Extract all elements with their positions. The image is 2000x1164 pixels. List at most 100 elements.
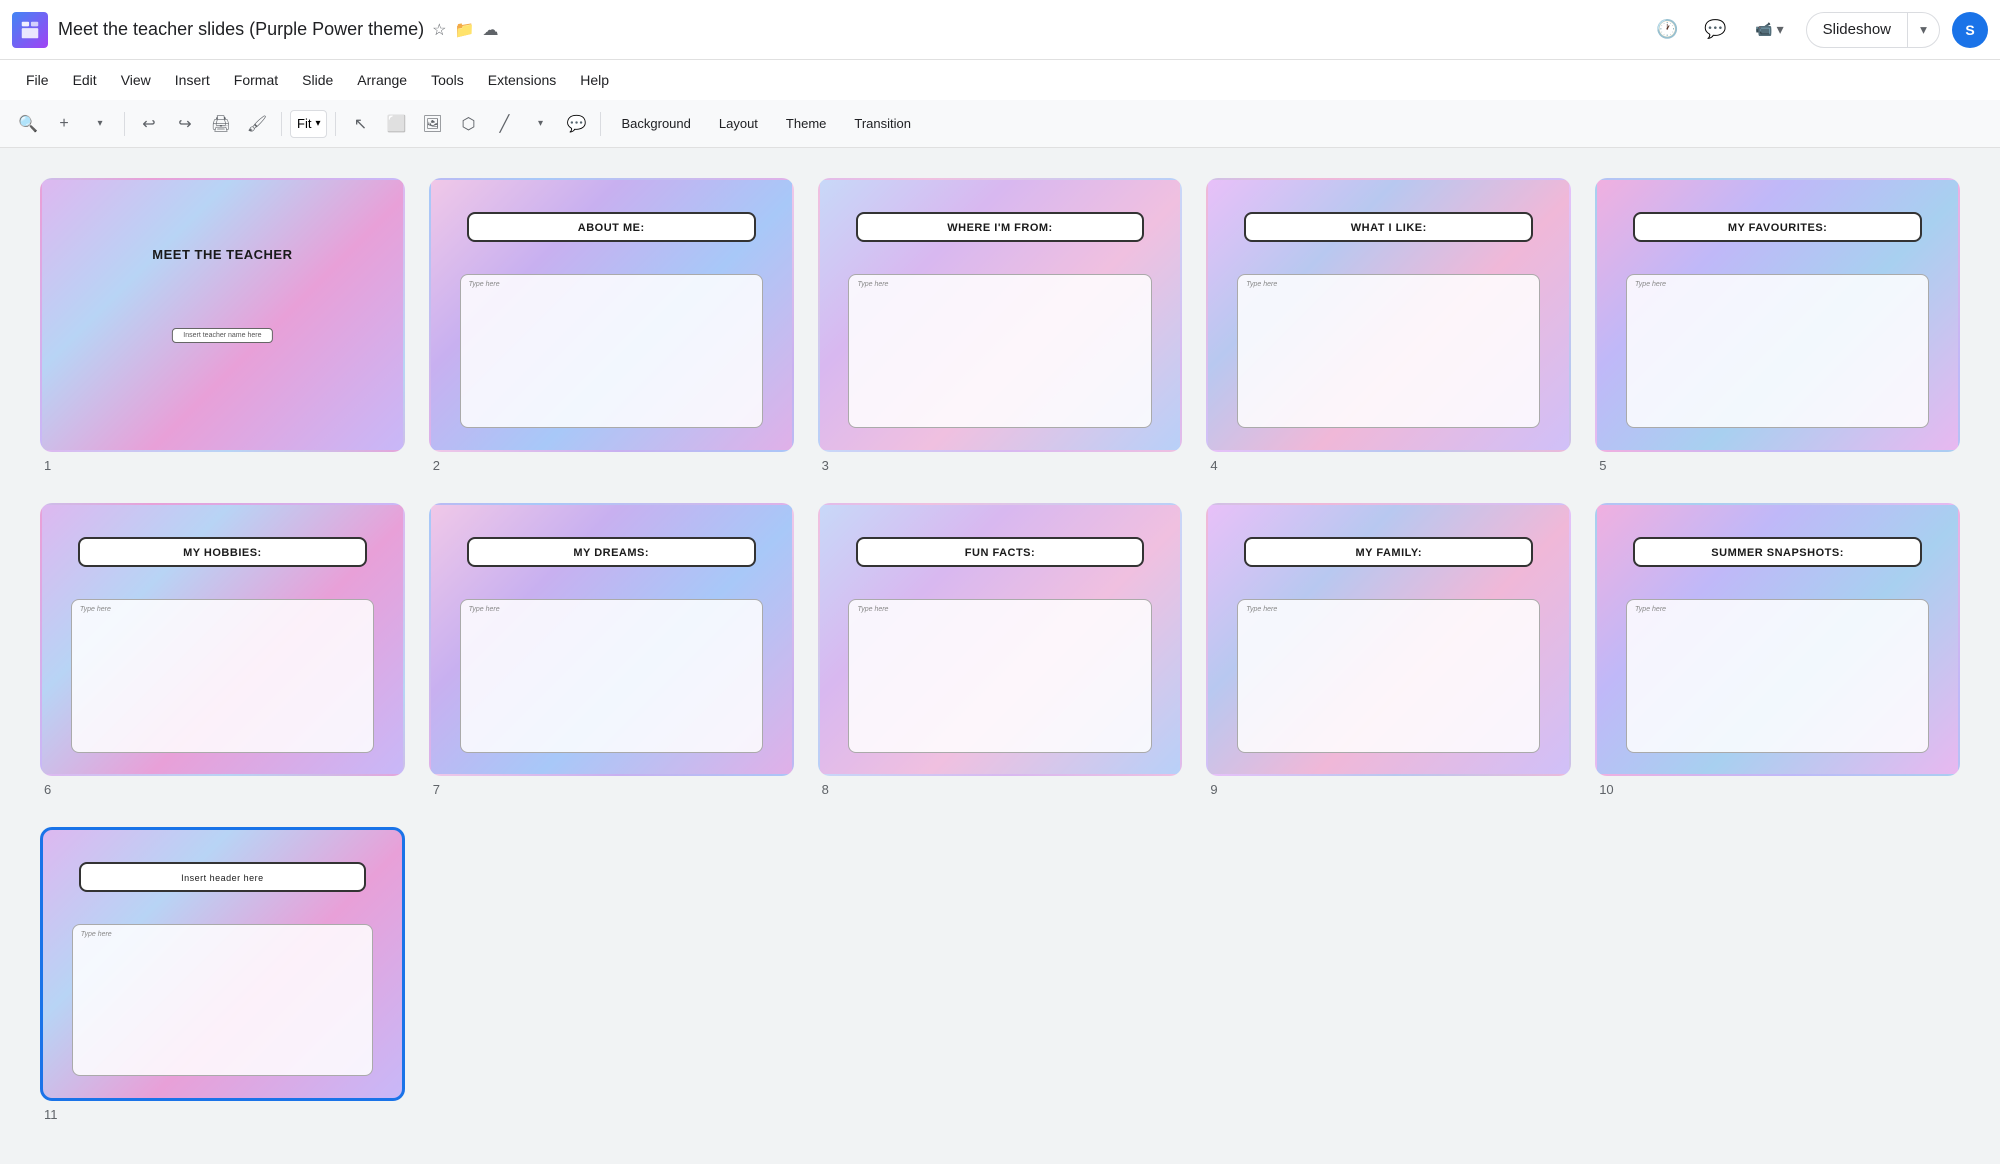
history-icon-btn[interactable]: 🕐 — [1649, 12, 1685, 48]
slide-5-title-text: MY FAVOURITES: — [1728, 222, 1828, 234]
menu-help[interactable]: Help — [570, 68, 619, 92]
zoom-dropdown-icon: ▾ — [315, 118, 320, 129]
shapes-btn[interactable]: ⬡ — [452, 108, 484, 140]
print-btn[interactable]: 🖨 — [205, 108, 237, 140]
slide-thumb-10[interactable]: SUMMER SNAPSHOTS: Type here — [1595, 503, 1960, 777]
menu-tools[interactable]: Tools — [421, 68, 474, 92]
line-btn[interactable]: ╱ — [488, 108, 520, 140]
video-btn[interactable]: 📹 ▾ — [1745, 17, 1793, 42]
menu-slide[interactable]: Slide — [292, 68, 343, 92]
add-btn[interactable]: + — [48, 108, 80, 140]
menu-bar: File Edit View Insert Format Slide Arran… — [0, 60, 2000, 100]
menu-view[interactable]: View — [111, 68, 161, 92]
slide-6-title-box: MY HOBBIES: — [78, 537, 367, 567]
separator-3 — [335, 112, 336, 136]
image-btn[interactable]: 🖼 — [416, 108, 448, 140]
slide-thumb-1[interactable]: MEET THE TEACHER Insert teacher name her… — [40, 178, 405, 452]
slide-thumb-3[interactable]: WHERE I'M FROM: Type here — [818, 178, 1183, 452]
slide-number-10: 10 — [1599, 782, 1613, 797]
transition-btn[interactable]: Transition — [842, 112, 923, 135]
search-btn[interactable]: 🔍 — [12, 108, 44, 140]
comment-icon-btn[interactable]: 💬 — [1697, 12, 1733, 48]
main-content: MEET THE TEACHER Insert teacher name her… — [0, 148, 2000, 1164]
slide-thumb-11[interactable]: Insert header here Type here — [40, 827, 405, 1101]
app-logo[interactable] — [12, 12, 48, 48]
menu-file[interactable]: File — [16, 68, 59, 92]
slide-4-title-text: WHAT I LIKE: — [1351, 222, 1427, 234]
redo-btn[interactable]: ↪ — [169, 108, 201, 140]
menu-format[interactable]: Format — [224, 68, 288, 92]
slide-container-7: MY DREAMS: Type here 7 — [429, 503, 794, 798]
cloud-icon[interactable]: ☁ — [482, 20, 498, 40]
user-avatar[interactable]: S — [1952, 12, 1988, 48]
line-dropdown-btn[interactable]: ▾ — [524, 108, 556, 140]
shape-select-btn[interactable]: ⬜ — [380, 108, 412, 140]
slide-thumb-4[interactable]: WHAT I LIKE: Type here — [1206, 178, 1571, 452]
slide-10-content-box: Type here — [1626, 599, 1929, 753]
slide-11-title-text: Insert header here — [181, 873, 264, 883]
slide-thumb-6[interactable]: MY HOBBIES: Type here — [40, 503, 405, 777]
slide-10-title-text: SUMMER SNAPSHOTS: — [1711, 547, 1844, 559]
slide-7-placeholder: Type here — [469, 606, 500, 613]
slide-11-placeholder: Type here — [81, 931, 112, 938]
slide-4-title-box: WHAT I LIKE: — [1244, 212, 1533, 242]
slide-1-title: MEET THE TEACHER — [152, 247, 292, 262]
slide-9-title-box: MY FAMILY: — [1244, 537, 1533, 567]
slide-8-title-box: FUN FACTS: — [856, 537, 1145, 567]
slide-number-5: 5 — [1599, 458, 1606, 473]
slide-thumb-2[interactable]: ABOUT ME: Type here — [429, 178, 794, 452]
folder-icon[interactable]: 📁 — [455, 20, 475, 40]
menu-extensions[interactable]: Extensions — [478, 68, 566, 92]
slide-number-2: 2 — [433, 458, 440, 473]
slide-container-11: Insert header here Type here 11 — [40, 827, 405, 1122]
slide-3-title-box: WHERE I'M FROM: — [856, 212, 1145, 242]
star-icon[interactable]: ☆ — [432, 20, 446, 40]
slide-thumb-9[interactable]: MY FAMILY: Type here — [1206, 503, 1571, 777]
menu-edit[interactable]: Edit — [63, 68, 107, 92]
separator-1 — [124, 112, 125, 136]
slide-3-placeholder: Type here — [857, 281, 888, 288]
slide-4-placeholder: Type here — [1246, 281, 1277, 288]
slide-number-4: 4 — [1210, 458, 1217, 473]
slideshow-button-group: Slideshow ▾ — [1806, 12, 1940, 48]
slide-6-title-text: MY HOBBIES: — [183, 547, 262, 559]
slide-thumb-8[interactable]: FUN FACTS: Type here — [818, 503, 1183, 777]
undo-btn[interactable]: ↩ — [133, 108, 165, 140]
slide-3-title-text: WHERE I'M FROM: — [947, 222, 1052, 234]
slideshow-main-btn[interactable]: Slideshow — [1807, 13, 1907, 47]
slide-1-name-box: Insert teacher name here — [172, 328, 272, 343]
slide-2-title-box: ABOUT ME: — [467, 212, 756, 242]
slide-8-placeholder: Type here — [857, 606, 888, 613]
slide-8-content-box: Type here — [848, 599, 1151, 753]
theme-btn[interactable]: Theme — [774, 112, 838, 135]
separator-4 — [600, 112, 601, 136]
slideshow-arrow-btn[interactable]: ▾ — [1907, 13, 1939, 47]
slide-container-10: SUMMER SNAPSHOTS: Type here 10 — [1595, 503, 1960, 798]
cursor-btn[interactable]: ↖ — [344, 108, 376, 140]
slide-thumb-5[interactable]: MY FAVOURITES: Type here — [1595, 178, 1960, 452]
slide-container-4: WHAT I LIKE: Type here 4 — [1206, 178, 1571, 473]
zoom-selector[interactable]: Fit ▾ — [290, 110, 327, 138]
slide-number-7: 7 — [433, 782, 440, 797]
top-bar: Meet the teacher slides (Purple Power th… — [0, 0, 2000, 60]
slide-3-content-box: Type here — [848, 274, 1151, 428]
slide-number-8: 8 — [822, 782, 829, 797]
slide-2-content-box: Type here — [460, 274, 763, 428]
slide-1-name-text: Insert teacher name here — [183, 332, 261, 339]
slides-row-3: Insert header here Type here 11 — [40, 827, 1960, 1122]
slide-9-placeholder: Type here — [1246, 606, 1277, 613]
slide-9-title-text: MY FAMILY: — [1356, 547, 1423, 559]
background-btn[interactable]: Background — [609, 112, 702, 135]
separator-2 — [281, 112, 282, 136]
add-dropdown-btn[interactable]: ▾ — [84, 108, 116, 140]
menu-arrange[interactable]: Arrange — [347, 68, 417, 92]
slide-4-content-box: Type here — [1237, 274, 1540, 428]
slide-5-placeholder: Type here — [1635, 281, 1666, 288]
slide-container-5: MY FAVOURITES: Type here 5 — [1595, 178, 1960, 473]
layout-btn[interactable]: Layout — [707, 112, 770, 135]
slide-thumb-7[interactable]: MY DREAMS: Type here — [429, 503, 794, 777]
menu-insert[interactable]: Insert — [165, 68, 220, 92]
comment-btn[interactable]: 💬 — [560, 108, 592, 140]
slide-10-title-box: SUMMER SNAPSHOTS: — [1633, 537, 1922, 567]
paint-format-btn[interactable]: 🖌 — [241, 108, 273, 140]
